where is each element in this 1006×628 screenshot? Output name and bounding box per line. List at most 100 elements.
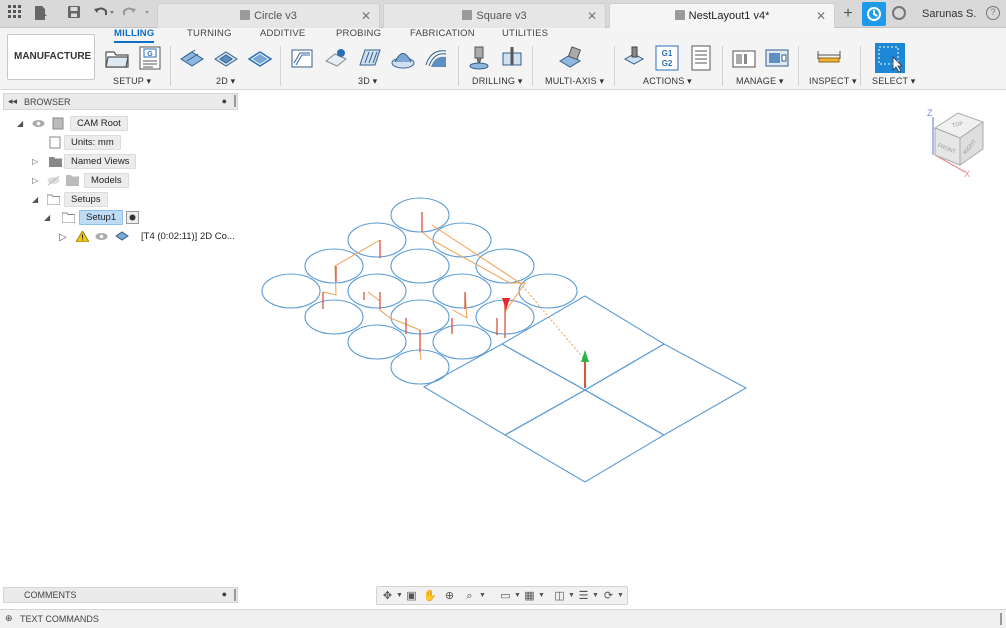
machine-library-icon[interactable]	[764, 45, 790, 71]
workspace-switcher-button[interactable]: MANUFACTURE ▼	[7, 34, 95, 105]
post-process-g1g2-icon[interactable]: G1 G2	[654, 45, 680, 71]
toolpath-retract	[519, 282, 586, 361]
expand-triangle-icon[interactable]: ◢	[32, 195, 38, 204]
close-icon[interactable]: ✕	[587, 9, 597, 23]
pan-hand-icon[interactable]: ✋	[423, 590, 437, 602]
collapse-panel-icon[interactable]: ◂◂	[8, 96, 17, 107]
circle-part-outline	[390, 197, 450, 233]
3d-viewport-canvas[interactable]	[240, 91, 1006, 584]
square-part-outline	[503, 389, 666, 483]
chevron-down-icon[interactable]: ▼	[589, 590, 602, 602]
axis-z-label: Z	[927, 108, 933, 118]
2d-contour-icon[interactable]	[247, 45, 273, 71]
tab-utilities[interactable]: UTILITIES	[502, 28, 548, 39]
tab-nestlayout1-v4[interactable]: NestLayout1 v4* ✕	[609, 3, 835, 28]
group-actions-label[interactable]: ACTIONS ▾	[643, 76, 692, 87]
group-drilling-label[interactable]: DRILLING ▾	[472, 76, 523, 87]
3d-scallop-icon[interactable]	[390, 45, 416, 71]
circle-part-outline	[432, 324, 492, 360]
group-2d-label[interactable]: 2D ▾	[216, 76, 235, 87]
tab-circle-v3[interactable]: Circle v3 ✕	[157, 3, 380, 28]
history-clock-icon[interactable]	[892, 6, 906, 20]
group-multi-axis-label[interactable]: MULTI-AXIS ▾	[545, 76, 604, 87]
group-select-label[interactable]: SELECT ▾	[872, 76, 915, 87]
tab-square-v3[interactable]: Square v3 ✕	[383, 3, 606, 28]
expand-triangle-icon[interactable]: ◢	[17, 119, 23, 128]
visibility-eye-icon[interactable]	[32, 118, 45, 129]
3d-parallel-icon[interactable]	[357, 45, 383, 71]
group-label-text: ACTIONS	[643, 76, 685, 86]
group-3d-label[interactable]: 3D ▾	[358, 76, 377, 87]
3d-adaptive-icon[interactable]	[289, 45, 315, 71]
setup-sheet-icon[interactable]: G	[137, 45, 163, 71]
expand-triangle-icon[interactable]: ▷	[32, 157, 38, 166]
3d-contour-icon[interactable]	[423, 45, 449, 71]
expand-icon[interactable]: ⊕	[5, 613, 13, 624]
tab-milling[interactable]: MILLING	[114, 28, 155, 43]
fit-zoom-icon[interactable]: ⌕	[463, 590, 476, 602]
contour-operation-icon	[115, 230, 129, 241]
comments-panel-bar[interactable]: COMMENTS ●	[3, 587, 238, 603]
panel-resize-handle[interactable]	[234, 589, 236, 601]
text-commands-label: TEXT COMMANDS	[20, 614, 99, 624]
folder-icon	[49, 156, 62, 167]
circle-part-outline	[475, 248, 535, 284]
chevron-down-icon[interactable]: ▼	[614, 590, 627, 602]
2d-adaptive-icon[interactable]	[179, 45, 205, 71]
job-status-button[interactable]	[862, 2, 886, 26]
browser-panel-header[interactable]: ◂◂ BROWSER ●	[3, 93, 238, 110]
units-label: Units: mm	[64, 135, 121, 150]
document-icon	[240, 10, 251, 20]
tab-turning[interactable]: TURNING	[187, 28, 232, 39]
2d-pocket-icon[interactable]	[213, 45, 239, 71]
chevron-down-icon[interactable]: ▼	[535, 590, 548, 602]
chevron-down-icon[interactable]: ▼	[476, 590, 489, 602]
drill-icon[interactable]	[466, 45, 492, 71]
file-menu-icon[interactable]	[31, 5, 49, 23]
panel-resize-handle[interactable]	[1000, 613, 1002, 625]
new-tab-button[interactable]: +	[840, 5, 856, 23]
group-setup-label[interactable]: SETUP ▾	[113, 76, 151, 87]
expand-triangle-icon[interactable]: ▷	[32, 176, 38, 185]
visibility-eye-icon[interactable]	[95, 231, 108, 242]
redo-icon[interactable]	[122, 5, 152, 23]
tab-additive[interactable]: ADDITIVE	[260, 28, 305, 39]
group-manage-label[interactable]: MANAGE ▾	[736, 76, 784, 87]
folder-icon	[66, 174, 79, 186]
expand-triangle-icon[interactable]: ◢	[44, 213, 50, 222]
close-icon[interactable]: ✕	[361, 9, 371, 23]
workspace-label: MANUFACTURE	[14, 51, 92, 62]
panel-options-icon[interactable]: ●	[222, 589, 227, 599]
measure-icon[interactable]	[816, 45, 842, 71]
3d-pocket-icon[interactable]	[323, 45, 349, 71]
undo-icon[interactable]	[92, 5, 116, 23]
divider	[280, 46, 281, 86]
panel-options-icon[interactable]: ●	[222, 96, 227, 106]
new-setup-folder-icon[interactable]	[104, 45, 130, 71]
expand-triangle-icon[interactable]: ▷	[59, 232, 67, 243]
simulate-icon[interactable]	[621, 45, 647, 71]
tab-fabrication[interactable]: FABRICATION	[410, 28, 475, 39]
save-icon[interactable]	[65, 5, 83, 23]
group-inspect-label[interactable]: INSPECT ▾	[809, 76, 857, 87]
radio-activate-icon[interactable]	[126, 211, 139, 224]
text-commands-bar[interactable]: ⊕ TEXT COMMANDS	[0, 609, 1006, 628]
setup-sheet-list-icon[interactable]	[688, 45, 714, 71]
models-label: Models	[84, 173, 129, 188]
select-window-icon[interactable]	[875, 43, 905, 73]
user-account-name[interactable]: Sarunas S.	[922, 8, 976, 20]
view-cube[interactable]: Z X TOP FRONT RIGHT	[924, 104, 985, 179]
tab-probing[interactable]: PROBING	[336, 28, 381, 39]
hole-recognition-icon[interactable]	[499, 45, 525, 71]
look-at-icon[interactable]: ▣	[405, 590, 418, 602]
hidden-eye-icon[interactable]	[47, 175, 60, 186]
circle-part-outline	[432, 273, 492, 309]
multi-axis-icon[interactable]	[558, 45, 584, 71]
close-icon[interactable]: ✕	[816, 9, 826, 23]
apps-grid-icon[interactable]	[6, 5, 24, 23]
help-icon[interactable]: ?	[986, 6, 1000, 20]
zoom-icon[interactable]: ⊕	[443, 590, 456, 602]
tool-library-icon[interactable]	[731, 45, 757, 71]
panel-resize-handle[interactable]	[234, 95, 236, 107]
circle-part-outline	[432, 222, 492, 258]
